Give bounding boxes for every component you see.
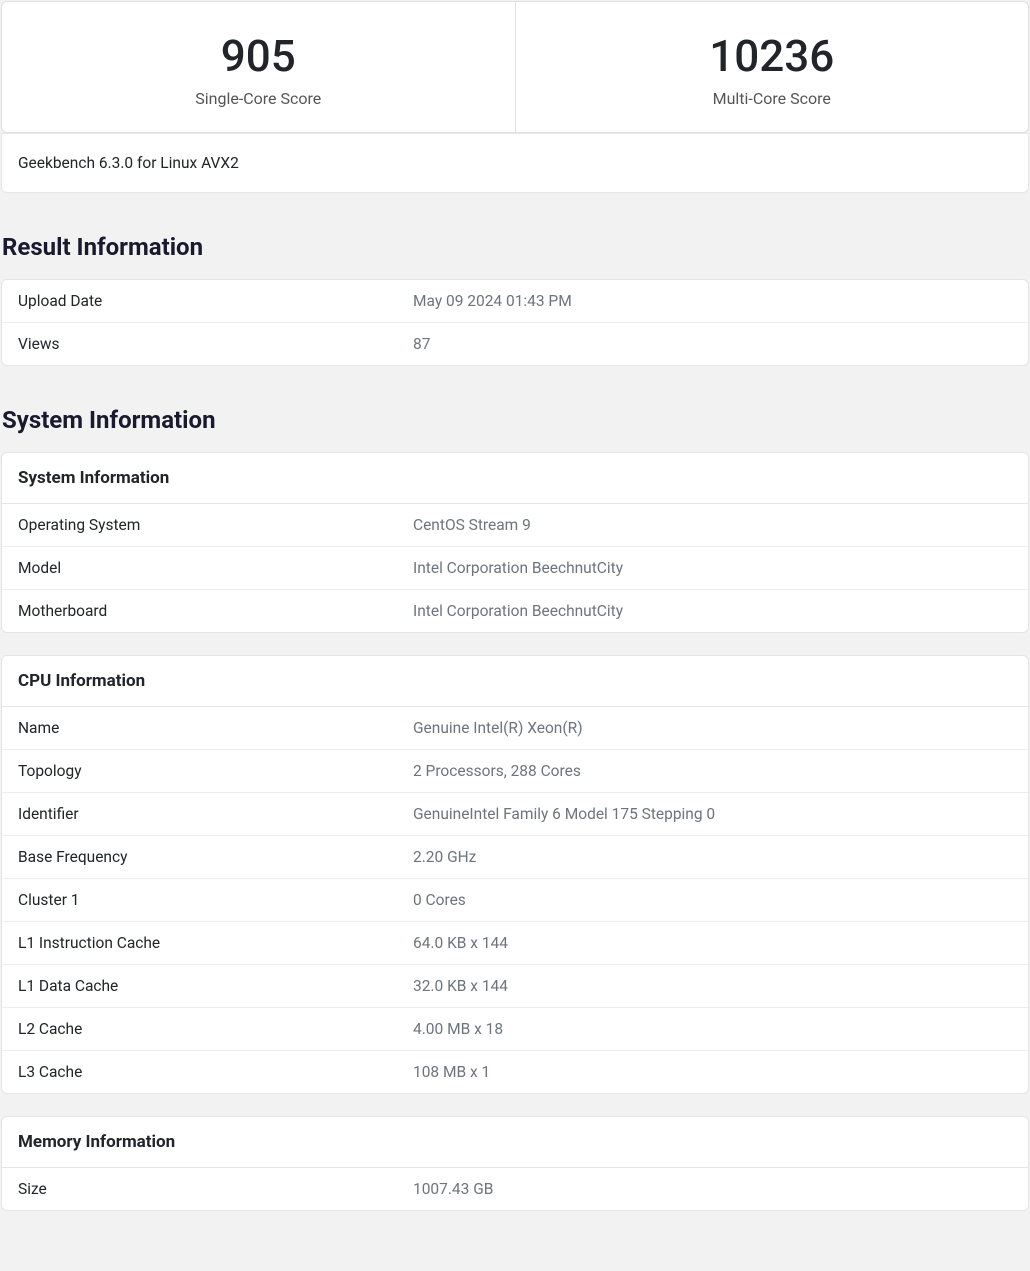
single-core-label: Single-Core Score [2, 89, 515, 108]
data-label: Motherboard [18, 602, 413, 620]
data-row: Topology2 Processors, 288 Cores [2, 750, 1028, 793]
data-row: Views87 [2, 323, 1028, 365]
data-value: 1007.43 GB [413, 1180, 1012, 1198]
data-row: ModelIntel Corporation BeechnutCity [2, 547, 1028, 590]
result-info-card: Upload DateMay 09 2024 01:43 PMViews87 [1, 279, 1029, 366]
data-value: GenuineIntel Family 6 Model 175 Stepping… [413, 805, 1012, 823]
cpu-info-card: CPU InformationNameGenuine Intel(R) Xeon… [1, 655, 1029, 1094]
data-value: CentOS Stream 9 [413, 516, 1012, 534]
data-label: Views [18, 335, 413, 353]
data-row: L1 Instruction Cache64.0 KB x 144 [2, 922, 1028, 965]
data-value: May 09 2024 01:43 PM [413, 292, 1012, 310]
data-label: L1 Instruction Cache [18, 934, 413, 952]
data-row: IdentifierGenuineIntel Family 6 Model 17… [2, 793, 1028, 836]
multi-core-value: 10236 [516, 30, 1029, 83]
card-header: Memory Information [2, 1117, 1028, 1168]
data-value: 2.20 GHz [413, 848, 1012, 866]
data-value: 4.00 MB x 18 [413, 1020, 1012, 1038]
data-label: L1 Data Cache [18, 977, 413, 995]
data-label: Base Frequency [18, 848, 413, 866]
data-value: 87 [413, 335, 1012, 353]
data-value: 2 Processors, 288 Cores [413, 762, 1012, 780]
multi-core-label: Multi-Core Score [516, 89, 1029, 108]
system-info-card: System InformationOperating SystemCentOS… [1, 452, 1029, 633]
data-label: Identifier [18, 805, 413, 823]
data-label: Size [18, 1180, 413, 1198]
data-value: Genuine Intel(R) Xeon(R) [413, 719, 1012, 737]
version-card: Geekbench 6.3.0 for Linux AVX2 [1, 133, 1029, 193]
memory-info-card: Memory InformationSize1007.43 GB [1, 1116, 1029, 1211]
scores-card: 905 Single-Core Score 10236 Multi-Core S… [1, 1, 1029, 133]
single-core-value: 905 [2, 30, 515, 83]
data-row: Upload DateMay 09 2024 01:43 PM [2, 280, 1028, 323]
data-label: L3 Cache [18, 1063, 413, 1081]
card-header: System Information [2, 453, 1028, 504]
data-row: L2 Cache4.00 MB x 18 [2, 1008, 1028, 1051]
data-row: L1 Data Cache32.0 KB x 144 [2, 965, 1028, 1008]
data-row: MotherboardIntel Corporation BeechnutCit… [2, 590, 1028, 632]
data-label: Name [18, 719, 413, 737]
data-row: Cluster 10 Cores [2, 879, 1028, 922]
data-row: NameGenuine Intel(R) Xeon(R) [2, 707, 1028, 750]
data-value: Intel Corporation BeechnutCity [413, 602, 1012, 620]
data-value: 108 MB x 1 [413, 1063, 1012, 1081]
data-value: Intel Corporation BeechnutCity [413, 559, 1012, 577]
card-header: CPU Information [2, 656, 1028, 707]
data-row: Size1007.43 GB [2, 1168, 1028, 1210]
data-value: 32.0 KB x 144 [413, 977, 1012, 995]
data-row: Operating SystemCentOS Stream 9 [2, 504, 1028, 547]
data-label: Topology [18, 762, 413, 780]
data-label: Upload Date [18, 292, 413, 310]
data-label: L2 Cache [18, 1020, 413, 1038]
data-label: Cluster 1 [18, 891, 413, 909]
data-label: Model [18, 559, 413, 577]
data-row: L3 Cache108 MB x 1 [2, 1051, 1028, 1093]
data-row: Base Frequency2.20 GHz [2, 836, 1028, 879]
result-info-title: Result Information [2, 233, 1030, 261]
single-core-score: 905 Single-Core Score [2, 2, 516, 132]
multi-core-score: 10236 Multi-Core Score [516, 2, 1029, 132]
data-value: 0 Cores [413, 891, 1012, 909]
version-text: Geekbench 6.3.0 for Linux AVX2 [18, 154, 239, 172]
data-value: 64.0 KB x 144 [413, 934, 1012, 952]
data-label: Operating System [18, 516, 413, 534]
system-info-title: System Information [2, 406, 1030, 434]
